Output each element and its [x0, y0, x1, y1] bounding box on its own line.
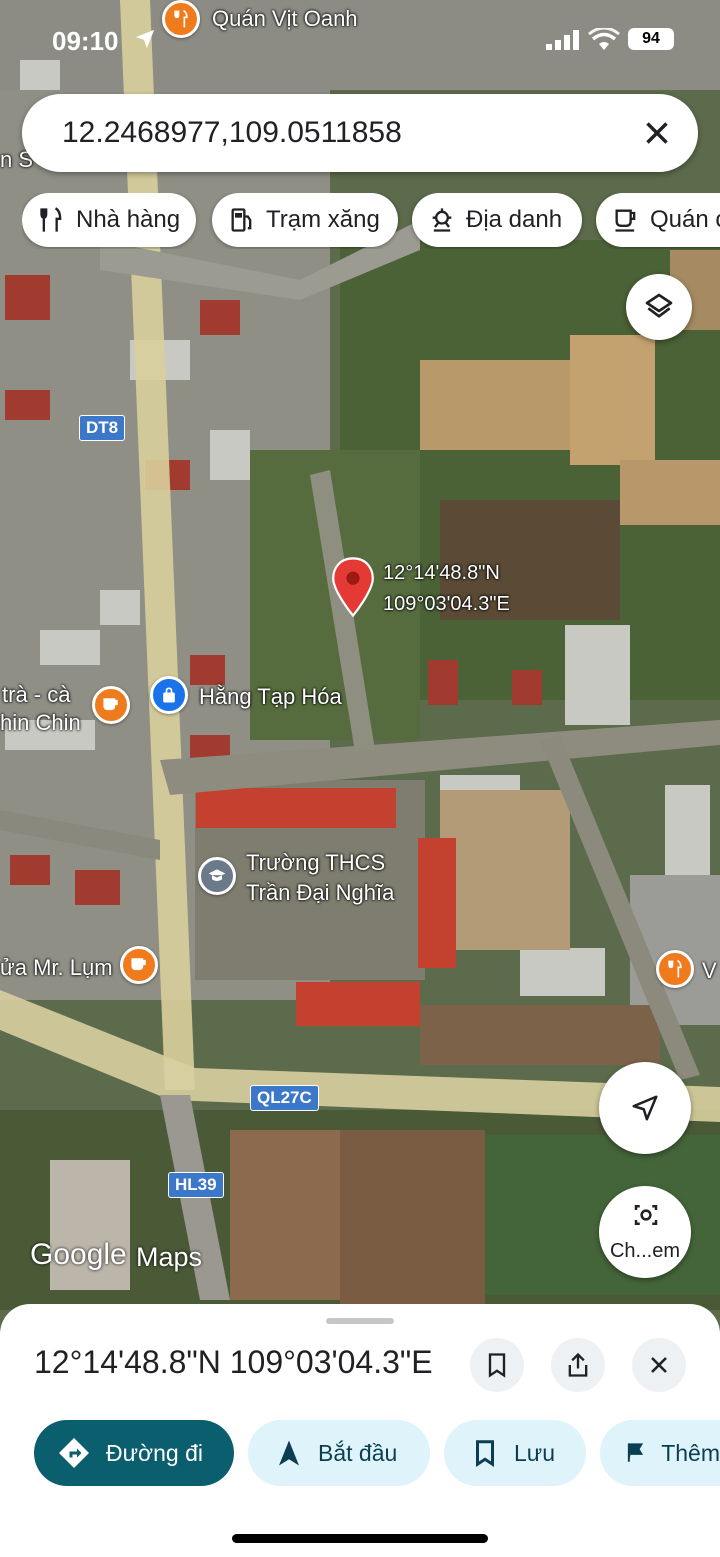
place-label-tra-ca-2[interactable]: hin Chin	[0, 710, 81, 736]
navigation-arrow-icon	[632, 1095, 658, 1121]
sheet-drag-handle[interactable]	[326, 1318, 394, 1324]
directions-button[interactable]: Đường đi	[34, 1420, 234, 1486]
road-shield-dt8: DT8	[79, 415, 126, 441]
restaurant-poi-icon-2[interactable]	[656, 950, 694, 988]
chip-restaurants[interactable]: Nhà hàng	[22, 193, 196, 247]
wifi-icon	[588, 28, 620, 50]
directions-label: Đường đi	[106, 1439, 203, 1466]
save-button[interactable]: Lưu	[444, 1420, 586, 1486]
fork-knife-icon	[40, 207, 62, 232]
place-label-mr-lum[interactable]: ửa Mr. Lụm	[0, 955, 113, 981]
dropped-pin-icon[interactable]	[331, 556, 375, 618]
layers-icon	[645, 293, 673, 318]
place-bottom-sheet[interactable]: 12°14'48.8"N 109°03'04.3"E Đường đi Bắt …	[0, 1304, 720, 1557]
location-arrow-icon	[135, 29, 155, 49]
place-label-quan-vit-oanh[interactable]: Quán Vịt Oanh	[212, 6, 358, 32]
cafe-poi-icon-2[interactable]	[120, 946, 158, 984]
restaurant-poi-icon[interactable]	[162, 0, 200, 38]
close-sheet-button[interactable]	[632, 1338, 686, 1392]
share-icon	[568, 1352, 588, 1377]
google-logo: Google	[30, 1238, 127, 1271]
road-shield-hl39: HL39	[168, 1172, 224, 1198]
camera-label: Ch...em	[609, 1240, 681, 1262]
chip-label: Nhà hàng	[76, 206, 181, 233]
directions-icon	[59, 1438, 89, 1468]
pin-latitude-label: 12°14'48.8"N	[383, 562, 500, 584]
search-bar[interactable]: 12.2468977,109.0511858	[22, 94, 698, 172]
save-label: Lưu	[514, 1439, 555, 1466]
search-input[interactable]: 12.2468977,109.0511858	[62, 116, 402, 150]
close-icon[interactable]	[638, 114, 676, 152]
gas-station-icon	[231, 208, 252, 232]
cafe-poi-icon[interactable]	[92, 686, 130, 724]
bookmark-icon	[488, 1353, 506, 1378]
chip-label: Quán c	[650, 206, 720, 233]
pin-longitude-label: 109°03'04.3"E	[383, 593, 510, 615]
place-label-hang-tap-hoa[interactable]: Hằng Tạp Hóa	[199, 684, 342, 710]
chip-cafes[interactable]: Quán c	[596, 193, 720, 247]
navigation-arrow-icon	[279, 1440, 299, 1466]
start-label: Bắt đầu	[318, 1439, 398, 1466]
cellular-signal-icon	[546, 30, 579, 50]
camera-icon	[634, 1205, 658, 1225]
chip-landmarks[interactable]: Địa danh	[412, 193, 582, 247]
close-icon	[651, 1357, 667, 1373]
coffee-icon	[615, 209, 636, 232]
flag-icon	[627, 1443, 644, 1462]
maps-wordmark: Maps	[136, 1242, 203, 1272]
place-label-tra-ca[interactable]: trà - cà	[2, 682, 70, 708]
my-location-button[interactable]	[599, 1062, 691, 1154]
home-indicator[interactable]	[232, 1534, 488, 1543]
chip-gas-stations[interactable]: Trạm xăng	[212, 193, 398, 247]
place-label-right-edge: V	[702, 958, 717, 983]
share-button[interactable]	[551, 1338, 605, 1392]
place-label-school-2[interactable]: Trần Đại Nghĩa	[246, 880, 394, 906]
more-label: Thêm	[661, 1439, 720, 1466]
bookmark-icon	[476, 1440, 494, 1468]
more-button[interactable]: Thêm	[600, 1420, 720, 1486]
road-shield-ql27c: QL27C	[250, 1085, 319, 1111]
category-chips: Nhà hàng Trạm xăng Địa danh Quán c	[22, 193, 720, 249]
start-button[interactable]: Bắt đầu	[248, 1420, 430, 1486]
shopping-bag-poi-icon[interactable]	[150, 676, 188, 714]
chip-label: Trạm xăng	[266, 206, 380, 233]
chip-label: Địa danh	[466, 206, 563, 233]
save-bookmark-button[interactable]	[470, 1338, 524, 1392]
battery-indicator: 94	[628, 28, 674, 50]
place-label-school-1[interactable]: Trường THCS	[246, 850, 385, 876]
landmark-icon	[432, 208, 452, 232]
school-poi-icon[interactable]	[198, 857, 236, 895]
place-title: 12°14'48.8"N 109°03'04.3"E	[34, 1344, 433, 1380]
status-bar: 09:10 94	[0, 22, 720, 62]
clock: 09:10	[52, 26, 119, 56]
layers-button[interactable]	[626, 274, 692, 340]
camera-search-button[interactable]: Ch...em	[599, 1186, 691, 1278]
